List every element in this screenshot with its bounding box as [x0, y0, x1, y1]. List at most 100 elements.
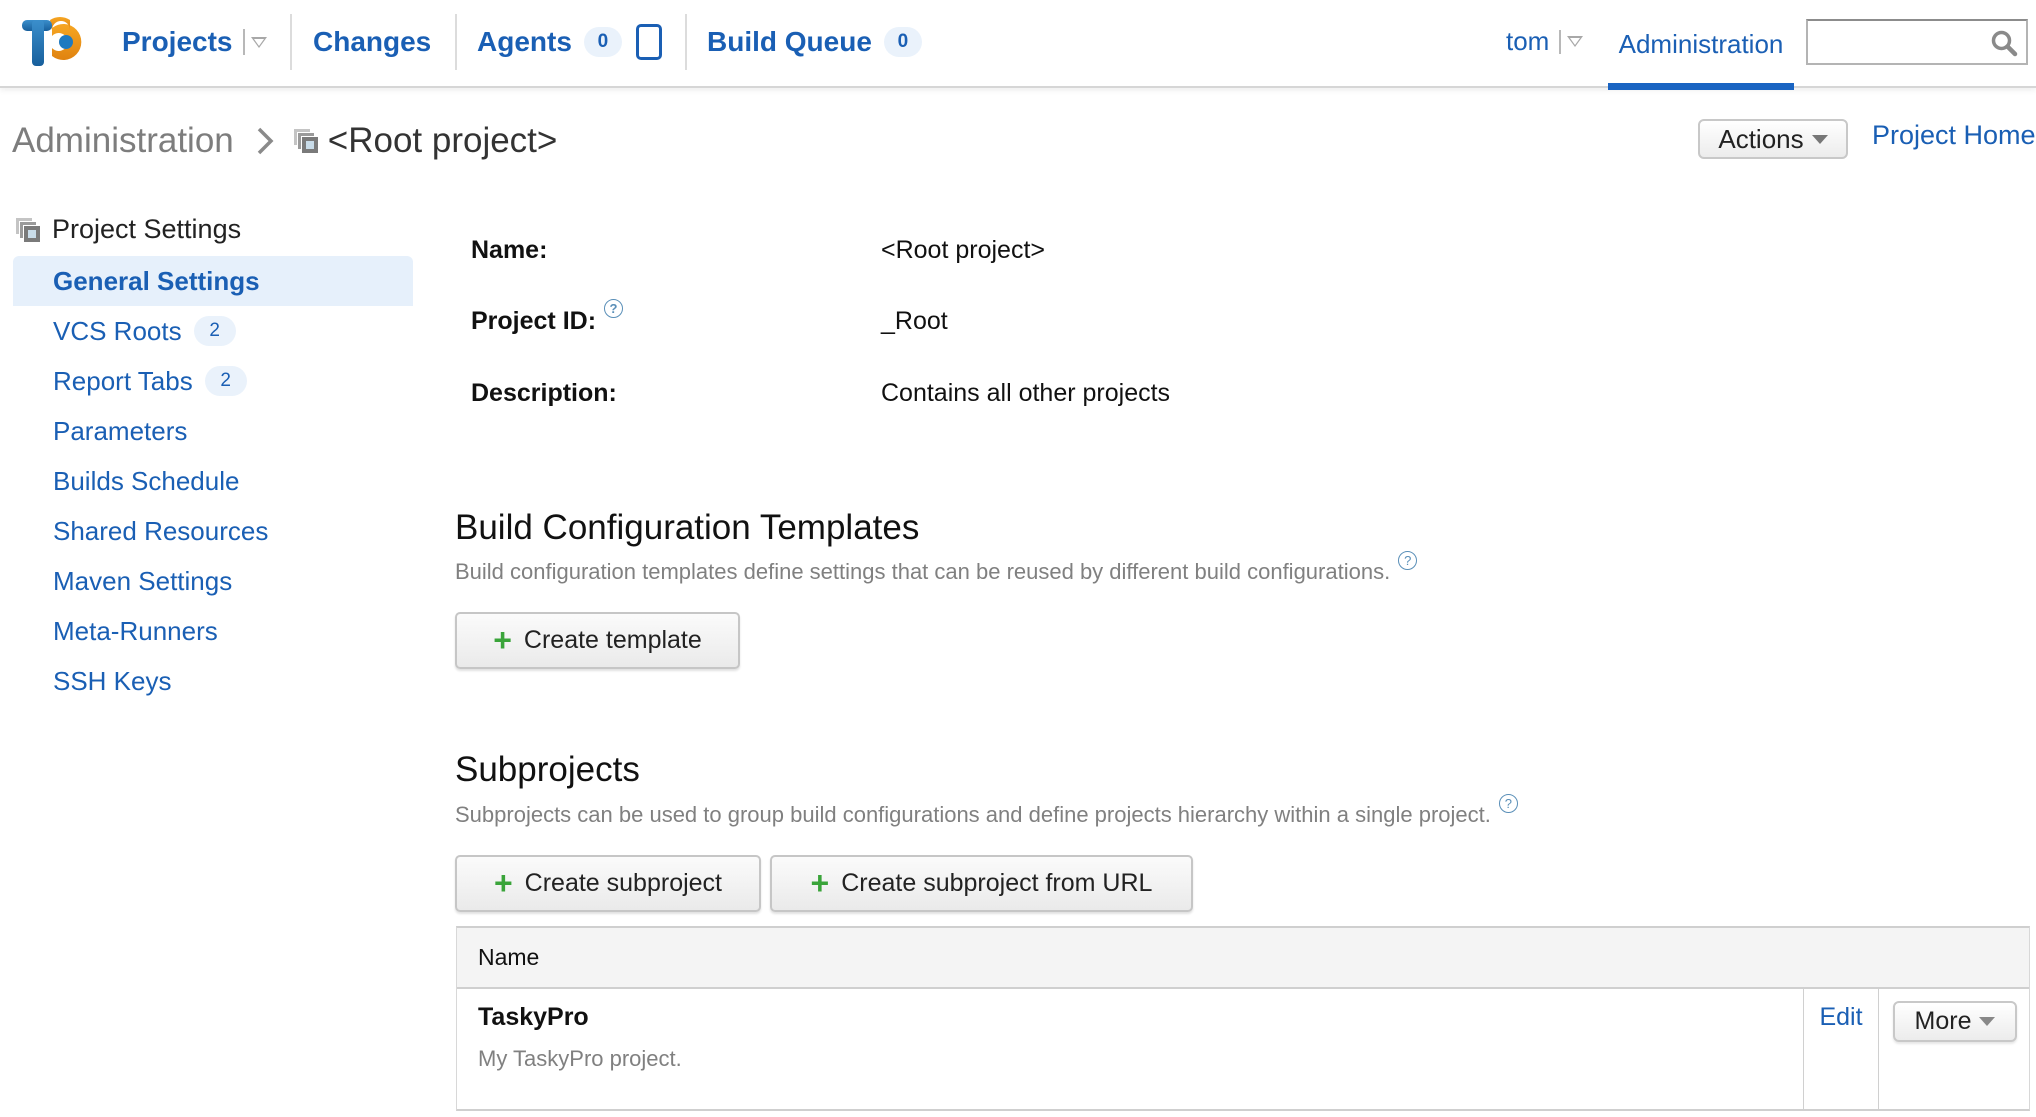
project-home-link[interactable]: Project Home — [1872, 120, 2036, 151]
sidebar-item-label: SSH Keys — [53, 665, 172, 696]
property-description: Description: Contains all other projects — [471, 373, 1471, 413]
search-field[interactable] — [1808, 21, 1988, 63]
teamcity-logo[interactable] — [20, 14, 84, 70]
sidebar-item-ssh-keys[interactable]: SSH Keys — [13, 656, 413, 706]
divider — [242, 29, 245, 55]
property-value: _Root — [881, 306, 948, 335]
project-name-link[interactable]: TaskyPro — [478, 1003, 682, 1032]
chevron-down-icon[interactable] — [1567, 36, 1584, 47]
sidebar-title-label: Project Settings — [52, 214, 242, 244]
sidebar-item-label: Maven Settings — [53, 565, 233, 596]
search-icon[interactable] — [1990, 29, 2018, 57]
count-badge: 2 — [193, 316, 236, 346]
property-label: Description: — [471, 378, 617, 407]
divider — [455, 14, 457, 70]
property-label: Project ID: ? — [471, 298, 881, 336]
sidebar-item-label: Report Tabs — [53, 365, 193, 396]
sidebar-item-label: General Settings — [53, 265, 260, 296]
subprojects-heading: Subprojects — [455, 750, 640, 789]
nav-build-queue-label: Build Queue — [707, 26, 872, 57]
divider — [685, 14, 687, 70]
sidebar-item-builds-schedule[interactable]: Builds Schedule — [13, 456, 413, 506]
create-template-button[interactable]: + Create template — [455, 612, 740, 669]
sidebar-item-label: Parameters — [53, 415, 188, 446]
edit-link[interactable]: Edit — [1819, 1003, 1862, 1109]
property-value: <Root project> — [881, 235, 1045, 264]
sidebar-nav: General Settings VCS Roots 2 Report Tabs… — [13, 256, 413, 706]
agents-count-badge: 0 — [583, 27, 622, 57]
nav-agents[interactable]: Agents 0 — [477, 22, 662, 62]
sidebar-item-label: VCS Roots — [53, 315, 182, 346]
button-label: Create template — [523, 626, 702, 654]
agent-icon[interactable] — [635, 24, 662, 60]
subprojects-description-text: Subprojects can be used to group build c… — [455, 802, 1491, 827]
subprojects-description: Subprojects can be used to group build c… — [455, 794, 1518, 828]
project-cell: TaskyPro My TaskyPro project. — [478, 1003, 682, 1072]
templates-description-text: Build configuration templates define set… — [455, 559, 1391, 584]
chevron-right-icon — [257, 127, 274, 155]
help-icon[interactable]: ? — [604, 298, 624, 318]
button-label: Create subproject — [524, 869, 722, 897]
sidebar-item-label: Shared Resources — [53, 515, 269, 546]
sidebar-item-shared-resources[interactable]: Shared Resources — [13, 506, 413, 556]
nav-build-queue[interactable]: Build Queue 0 — [707, 22, 922, 62]
property-name: Name: <Root project> — [471, 230, 1471, 270]
button-label: Create subproject from URL — [841, 869, 1153, 897]
project-icon — [16, 217, 40, 242]
project-description: My TaskyPro project. — [478, 1046, 682, 1071]
sidebar-item-maven-settings[interactable]: Maven Settings — [13, 556, 413, 606]
sidebar-item-report-tabs[interactable]: Report Tabs 2 — [13, 356, 413, 406]
property-label-text: Project ID: — [471, 306, 597, 335]
more-button[interactable]: More — [1893, 1001, 2017, 1042]
sidebar-title: Project Settings — [16, 214, 241, 245]
project-icon — [293, 129, 318, 153]
plus-icon: + — [810, 864, 830, 901]
more-label: More — [1914, 1007, 1972, 1035]
divider — [1559, 29, 1562, 54]
nav-administration[interactable]: Administration — [1608, 0, 1794, 90]
nav-projects-label: Projects — [122, 26, 233, 57]
property-project-id: Project ID: ? _Root — [471, 298, 1471, 341]
subprojects-table: Name TaskyPro My TaskyPro project. Edit … — [456, 926, 2030, 1111]
sidebar-item-meta-runners[interactable]: Meta-Runners — [13, 606, 413, 656]
breadcrumb-current: <Root project> — [327, 121, 558, 160]
nav-changes[interactable]: Changes — [313, 22, 431, 62]
create-subproject-button[interactable]: + Create subproject — [455, 855, 761, 912]
caret-down-icon — [1979, 1017, 1996, 1026]
templates-heading: Build Configuration Templates — [455, 508, 920, 547]
nav-changes-label: Changes — [313, 26, 432, 57]
chevron-down-icon[interactable] — [250, 36, 267, 48]
sidebar-item-parameters[interactable]: Parameters — [13, 406, 413, 456]
user-menu[interactable]: tom — [1506, 26, 1584, 57]
create-subproject-from-url-button[interactable]: + Create subproject from URL — [770, 855, 1193, 912]
actions-button[interactable]: Actions — [1698, 119, 1848, 159]
divider — [290, 14, 292, 70]
plus-icon: + — [493, 621, 512, 658]
nav-agents-label: Agents — [477, 26, 572, 57]
table-row: TaskyPro My TaskyPro project. Edit More — [457, 989, 2029, 1109]
breadcrumb-administration[interactable]: Administration — [12, 121, 234, 161]
search-input[interactable] — [1806, 19, 2028, 65]
caret-down-icon — [1811, 134, 1828, 144]
plus-icon: + — [493, 864, 513, 901]
sidebar-item-general-settings[interactable]: General Settings — [13, 256, 413, 306]
property-value: Contains all other projects — [881, 378, 1171, 407]
sidebar-item-label: Builds Schedule — [53, 465, 240, 496]
property-label: Name: — [471, 235, 548, 264]
help-icon[interactable]: ? — [1498, 794, 1518, 813]
nav-projects[interactable]: Projects — [122, 22, 267, 62]
column-header-name: Name — [478, 944, 540, 970]
edit-cell: Edit — [1803, 989, 1879, 1109]
sidebar-item-label: Meta-Runners — [53, 615, 218, 646]
table-header: Name — [457, 928, 2029, 989]
build-queue-count-badge: 0 — [883, 27, 922, 57]
nav-administration-label: Administration — [1618, 28, 1784, 59]
templates-description: Build configuration templates define set… — [455, 551, 1418, 585]
top-navbar: Projects Changes Agents 0 Build Queue 0 … — [0, 0, 2036, 90]
count-badge: 2 — [204, 366, 247, 396]
breadcrumb: Administration <Root project> — [12, 116, 557, 166]
actions-label: Actions — [1718, 123, 1804, 154]
help-icon[interactable]: ? — [1398, 551, 1418, 570]
sidebar-item-vcs-roots[interactable]: VCS Roots 2 — [13, 306, 413, 356]
username: tom — [1506, 26, 1550, 56]
